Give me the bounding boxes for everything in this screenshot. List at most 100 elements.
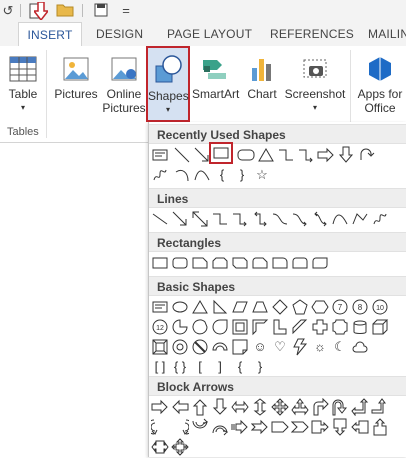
tab-references[interactable]: REFERENCES <box>270 22 356 46</box>
text-box-shape-icon[interactable] <box>151 146 169 164</box>
notched-right-arrow-shape-icon[interactable] <box>251 418 269 436</box>
curve-shape-icon[interactable] <box>331 210 349 228</box>
octagon-shape-icon[interactable]: 8 <box>351 298 369 316</box>
tab-design[interactable]: DESIGN <box>96 22 146 46</box>
tab-mailings[interactable]: MAILIN <box>368 22 406 46</box>
curved-arrow-connector-shape-icon[interactable] <box>291 210 309 228</box>
down-arrow-shape-icon[interactable] <box>337 146 355 164</box>
tab-insert[interactable]: INSERT <box>18 22 82 47</box>
tab-page-layout[interactable]: PAGE LAYOUT <box>167 22 257 46</box>
no-symbol-shape-icon[interactable] <box>191 338 209 356</box>
redo-icon[interactable]: ↺ <box>2 3 14 19</box>
right-arrow-shape-icon[interactable] <box>317 146 335 164</box>
curved-left-arrow-shape-icon[interactable] <box>171 418 189 436</box>
double-bracket-shape-icon[interactable]: [ ] <box>151 358 169 376</box>
pictures-button[interactable]: Pictures <box>52 46 100 116</box>
pentagon-shape-icon[interactable] <box>291 298 309 316</box>
round-single-corner-rectangle-shape-icon[interactable] <box>271 254 289 272</box>
up-down-arrow-shape-icon[interactable] <box>251 398 269 416</box>
heptagon-shape-icon[interactable]: 7 <box>331 298 349 316</box>
l-shape-icon[interactable] <box>271 318 289 336</box>
right-brace-shape-icon[interactable]: } <box>251 358 269 376</box>
dodecagon-shape-icon[interactable]: 12 <box>151 318 169 336</box>
left-arrow-callout-shape-icon[interactable] <box>351 418 369 436</box>
left-right-arrow-shape-icon[interactable] <box>231 398 249 416</box>
oval-shape-icon[interactable] <box>171 298 189 316</box>
half-frame-shape-icon[interactable] <box>251 318 269 336</box>
up-arrow-shape-icon[interactable] <box>191 398 209 416</box>
chord-shape-icon[interactable] <box>191 318 209 336</box>
heart-shape-icon[interactable]: ♡ <box>271 338 289 356</box>
chart-button[interactable]: Chart <box>242 46 282 116</box>
diagonal-stripe-shape-icon[interactable] <box>291 318 309 336</box>
right-triangle-shape-icon[interactable] <box>211 298 229 316</box>
bent-up-arrow-shape-icon[interactable] <box>371 398 389 416</box>
curved-down-arrow-shape-icon[interactable] <box>211 418 229 436</box>
bevel-shape-icon[interactable] <box>151 338 169 356</box>
block-arc-shape-icon[interactable] <box>211 338 229 356</box>
left-arrow-shape-icon[interactable] <box>171 398 189 416</box>
curved-connector-shape-icon[interactable] <box>271 210 289 228</box>
customize-toolbar-icon[interactable]: = <box>118 3 134 19</box>
text-box-shape-icon[interactable] <box>151 298 169 316</box>
smiley-face-shape-icon[interactable]: ☺ <box>251 338 269 356</box>
left-brace-shape-icon[interactable]: { <box>213 166 231 184</box>
quad-arrow-callout-shape-icon[interactable] <box>171 438 189 456</box>
scribble-shape-icon[interactable] <box>371 210 389 228</box>
elbow-arrow-connector-shape-icon[interactable] <box>231 210 249 228</box>
bent-arrow-shape-icon[interactable] <box>311 398 329 416</box>
screenshot-button[interactable]: Screenshot ▾ <box>282 46 348 116</box>
open-folder-icon[interactable] <box>56 3 74 19</box>
rectangle-shape-icon[interactable] <box>151 254 169 272</box>
line-shape-icon[interactable] <box>151 210 169 228</box>
left-brace-shape-icon[interactable]: { <box>231 358 249 376</box>
arc-shape-icon[interactable] <box>173 166 191 184</box>
left-bracket-shape-icon[interactable]: [ <box>191 358 209 376</box>
trapezoid-shape-icon[interactable] <box>251 298 269 316</box>
online-pictures-button[interactable]: Online Pictures <box>102 46 146 120</box>
freeform-scribble-shape-icon[interactable] <box>151 166 169 184</box>
elbow-arrow-connector-shape-icon[interactable] <box>297 146 315 164</box>
right-brace-shape-icon[interactable]: } <box>233 166 251 184</box>
curved-up-arrow-shape-icon[interactable] <box>191 418 209 436</box>
double-arrow-line-shape-icon[interactable] <box>191 210 209 228</box>
triangle-shape-icon[interactable] <box>257 146 275 164</box>
left-up-arrow-shape-icon[interactable] <box>351 398 369 416</box>
teardrop-shape-icon[interactable] <box>211 318 229 336</box>
elbow-connector-shape-icon[interactable] <box>211 210 229 228</box>
arrow-line-shape-icon[interactable] <box>171 210 189 228</box>
up-arrow-callout-shape-icon[interactable] <box>371 418 389 436</box>
round-same-side-rectangle-shape-icon[interactable] <box>291 254 309 272</box>
plaque-shape-icon[interactable] <box>331 318 349 336</box>
left-right-arrow-callout-shape-icon[interactable] <box>151 438 169 456</box>
lightning-bolt-shape-icon[interactable] <box>291 338 309 356</box>
curved-double-arrow-connector-shape-icon[interactable] <box>311 210 329 228</box>
snip-same-side-rectangle-shape-icon[interactable] <box>211 254 229 272</box>
left-right-up-arrow-shape-icon[interactable] <box>291 398 309 416</box>
smartart-button[interactable]: SmartArt <box>192 46 239 116</box>
hexagon-shape-icon[interactable] <box>311 298 329 316</box>
sun-shape-icon[interactable]: ☼ <box>311 338 329 356</box>
pie-shape-icon[interactable] <box>171 318 189 336</box>
snip-corner-rectangle-shape-icon[interactable] <box>191 254 209 272</box>
curved-arrow-shape-icon[interactable] <box>357 146 375 164</box>
moon-shape-icon[interactable]: ☾ <box>331 338 349 356</box>
elbow-connector-shape-icon[interactable] <box>277 146 295 164</box>
decagon-shape-icon[interactable]: 10 <box>371 298 389 316</box>
cloud-shape-icon[interactable] <box>351 338 369 356</box>
down-arrow-shape-icon[interactable] <box>211 398 229 416</box>
isosceles-triangle-shape-icon[interactable] <box>191 298 209 316</box>
apps-for-office-button[interactable]: Apps for Office <box>354 46 406 120</box>
double-brace-shape-icon[interactable]: { } <box>171 358 189 376</box>
diamond-shape-icon[interactable] <box>271 298 289 316</box>
rounded-rectangle-shape-icon[interactable] <box>171 254 189 272</box>
round-diagonal-rectangle-shape-icon[interactable] <box>311 254 329 272</box>
shapes-button[interactable]: Shapes ▾ <box>146 46 190 122</box>
wave-line-shape-icon[interactable] <box>193 166 211 184</box>
right-bracket-shape-icon[interactable]: ] <box>211 358 229 376</box>
save-icon[interactable] <box>92 3 110 19</box>
table-button[interactable]: Table ▾ <box>4 46 42 116</box>
striped-right-arrow-shape-icon[interactable] <box>231 418 249 436</box>
chevron-shape-icon[interactable] <box>291 418 309 436</box>
u-turn-arrow-shape-icon[interactable] <box>331 398 349 416</box>
